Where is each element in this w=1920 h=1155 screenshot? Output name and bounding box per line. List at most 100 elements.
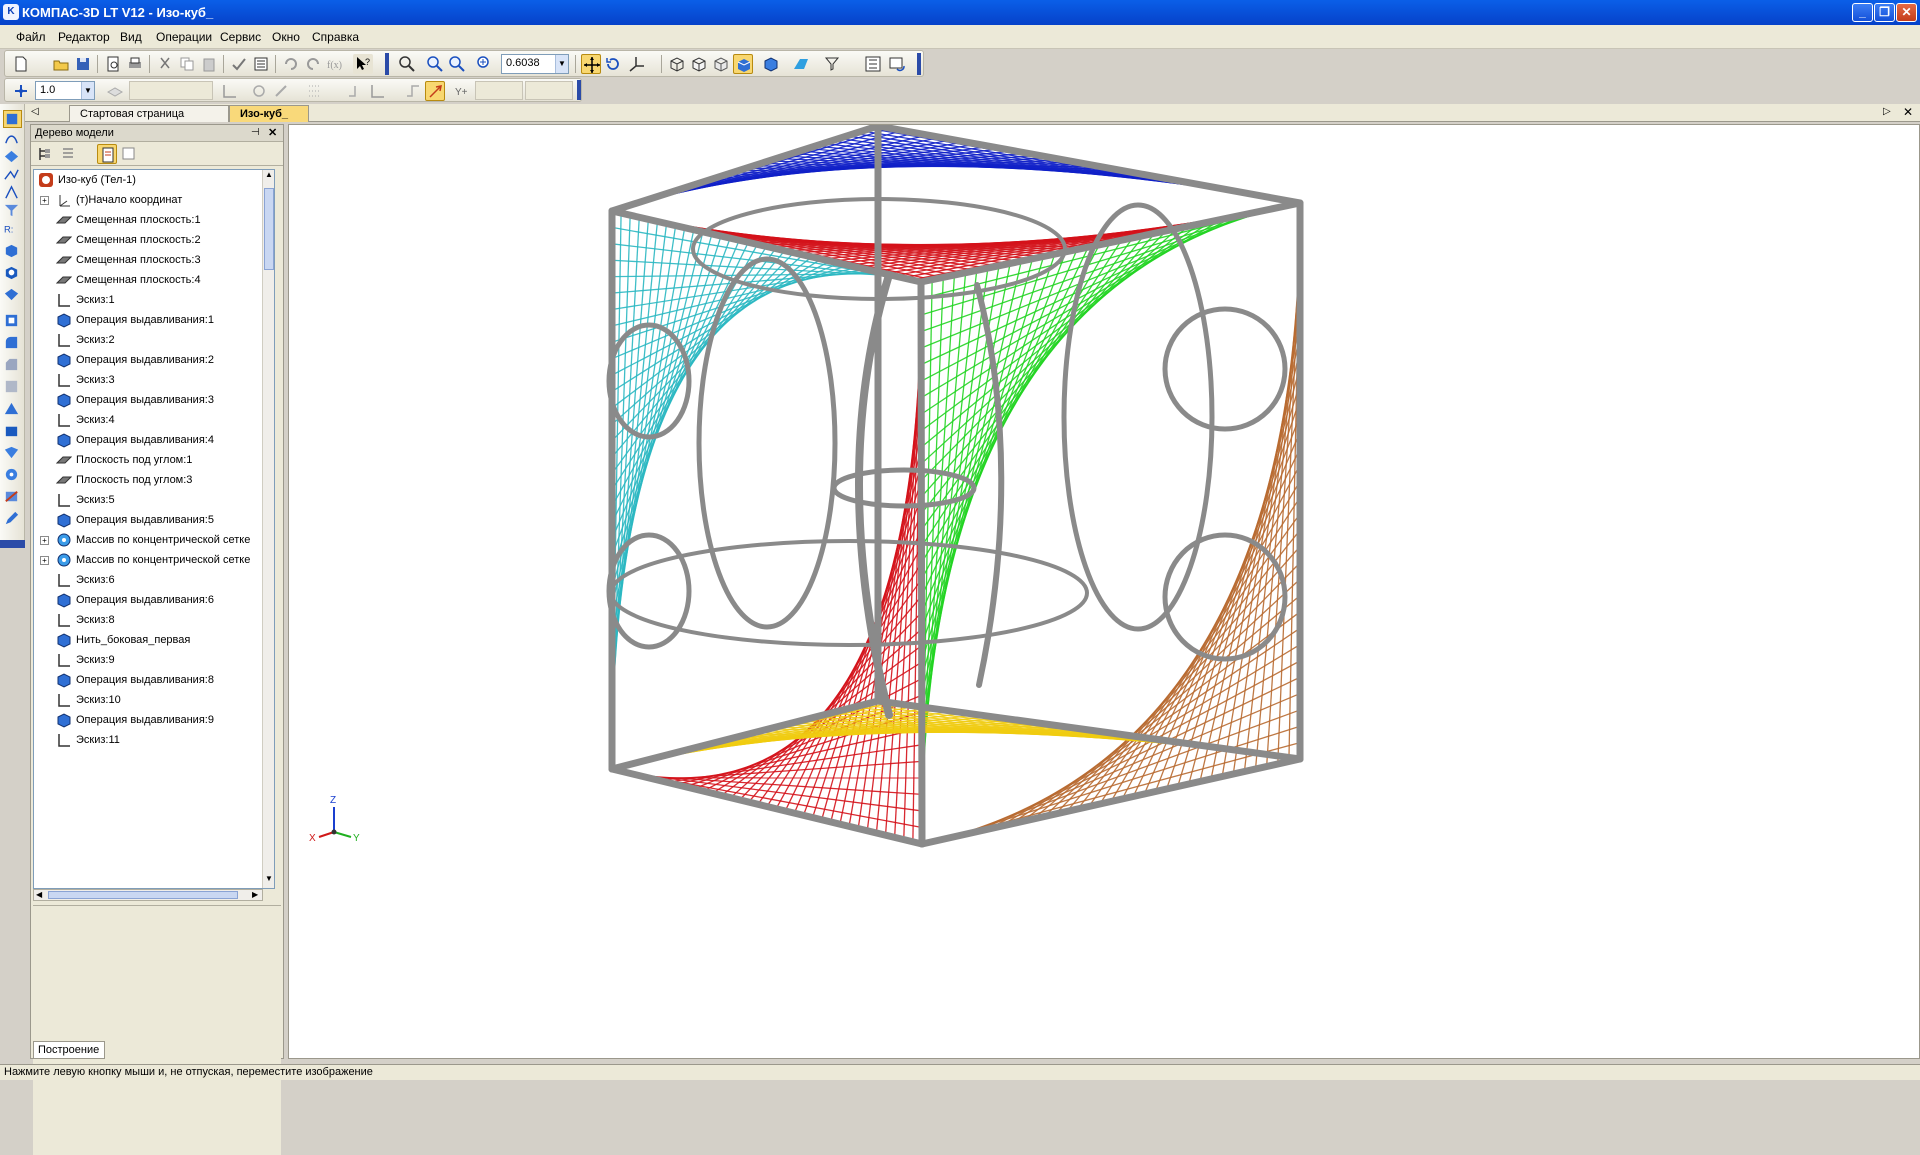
tree-item[interactable]: Эскиз:8 [34,610,274,630]
tree-item[interactable]: Нить_боковая_первая [34,630,274,650]
scroll-down-icon[interactable]: ▼ [264,874,274,886]
print-preview-button[interactable] [103,54,123,74]
save-button[interactable] [73,54,93,74]
zoom-window-icon[interactable] [397,54,417,74]
snap-off-icon[interactable] [271,81,291,101]
rebuild-icon[interactable] [887,54,907,74]
scroll-left-icon[interactable]: ◀ [36,890,42,899]
hole-tool-icon[interactable] [3,312,22,330]
zoom-in-icon[interactable] [425,54,445,74]
menu-edit[interactable]: Редактор [58,30,110,44]
tab-scroll-right-icon[interactable]: ▷ [1883,106,1891,117]
pin-icon[interactable]: ⊣ [251,127,260,138]
tab-construction[interactable]: Построение [33,1041,105,1059]
tree-root[interactable]: Изо-куб (Тел-1) [34,170,274,190]
close-panel-icon[interactable]: ✕ [268,126,277,139]
rib-icon[interactable] [3,400,22,418]
chamfer-icon[interactable] [3,356,22,374]
mirror-icon[interactable] [3,422,22,440]
tree-item[interactable]: Операция выдавливания:8 [34,670,274,690]
expand-icon[interactable]: + [40,556,49,565]
tree-item[interactable]: Операция выдавливания:2 [34,350,274,370]
tree-item[interactable]: Эскиз:11 [34,730,274,750]
zoom-out-icon[interactable] [447,54,467,74]
edit-tool-icon[interactable] [3,510,22,528]
layer-combo[interactable] [129,81,213,100]
tree-sort-icon[interactable] [59,144,79,164]
tree-item[interactable]: Эскиз:1 [34,290,274,310]
dimension-icon[interactable]: R: [3,220,22,238]
menu-service[interactable]: Сервис [220,30,261,44]
wireframe-icon[interactable] [667,54,687,74]
tree-item[interactable]: Эскиз:6 [34,570,274,590]
shaded-edges-icon[interactable] [761,54,781,74]
minimize-button[interactable]: _ [1852,3,1873,22]
tree-view-icon[interactable] [863,54,883,74]
scroll-thumb[interactable] [264,188,274,270]
tree-item[interactable]: Операция выдавливания:1 [34,310,274,330]
pattern-icon[interactable] [3,444,22,462]
menu-file[interactable]: Файл [16,30,46,44]
copy-button[interactable] [177,54,197,74]
fillet-icon[interactable] [3,334,22,352]
tree-item[interactable]: Операция выдавливания:6 [34,590,274,610]
zoom-combo[interactable]: 0.6038▼ [501,54,569,74]
tree-item[interactable]: +Массив по концентрической сетке [34,530,274,550]
tab-iso-cube[interactable]: Изо-куб_ [229,105,309,122]
tree-item[interactable]: Плоскость под углом:3 [34,470,274,490]
close-button[interactable]: ✕ [1896,3,1917,22]
tree-item[interactable]: Эскиз:10 [34,690,274,710]
menu-operations[interactable]: Операции [156,30,212,44]
rotate-tool-icon[interactable] [3,264,22,282]
properties-button[interactable] [229,54,249,74]
local-cs-icon[interactable] [219,81,239,101]
coordinate-icon[interactable] [425,81,445,101]
curve-icon[interactable] [3,130,22,148]
tree-item[interactable]: +Массив по концентрической сетке [34,550,274,570]
menu-window[interactable]: Окно [272,30,300,44]
filter-select-icon[interactable] [3,202,22,220]
tab-start-page[interactable]: Стартовая страница [69,105,229,122]
toolbar-grip[interactable] [0,540,25,548]
redo-icon[interactable] [303,54,323,74]
hidden-lines-icon[interactable] [689,54,709,74]
menu-help[interactable]: Справка [312,30,359,44]
help-cursor-icon[interactable]: ? [353,54,373,74]
undo-icon[interactable] [281,54,301,74]
close-tab-icon[interactable]: ✕ [1903,105,1913,119]
tree-item[interactable]: Смещенная плоскость:2 [34,230,274,250]
manager-button[interactable] [251,54,271,74]
tree-item[interactable]: Эскиз:9 [34,650,274,670]
snap-icon[interactable] [11,81,31,101]
tree-item[interactable]: Плоскость под углом:1 [34,450,274,470]
extrude-tool-icon[interactable] [3,242,22,260]
tree-item[interactable]: Эскиз:4 [34,410,274,430]
hscroll-thumb[interactable] [48,891,238,899]
open-button[interactable] [51,54,71,74]
tab-scroll-left-icon[interactable]: ◁ [31,106,39,117]
axis-icon[interactable] [367,81,387,101]
zoom-scale-icon[interactable] [475,54,495,74]
shaded-icon[interactable] [733,54,753,74]
menu-view[interactable]: Вид [120,30,142,44]
chevron-down-icon[interactable]: ▼ [81,82,94,99]
rotate-icon[interactable] [603,54,623,74]
tree-item[interactable]: Операция выдавливания:4 [34,430,274,450]
tree-item[interactable]: Операция выдавливания:3 [34,390,274,410]
tree-item[interactable]: Операция выдавливания:9 [34,710,274,730]
chevron-down-icon[interactable]: ▼ [555,55,568,73]
expand-icon[interactable]: + [40,536,49,545]
model-viewport[interactable]: Z Y X [288,124,1920,1059]
x-coordinate-field[interactable] [475,81,523,100]
thin-hidden-icon[interactable] [711,54,731,74]
filter-icon[interactable] [823,54,843,74]
surface-icon[interactable] [3,148,22,166]
tree-item[interactable]: Эскиз:3 [34,370,274,390]
spline-icon[interactable] [3,166,22,184]
tree-item[interactable]: Эскиз:2 [34,330,274,350]
tree-item[interactable]: Эскиз:5 [34,490,274,510]
grid-icon[interactable] [305,81,325,101]
cut-button[interactable] [155,54,175,74]
new-document-button[interactable] [11,54,31,74]
tree-item[interactable]: Операция выдавливания:5 [34,510,274,530]
